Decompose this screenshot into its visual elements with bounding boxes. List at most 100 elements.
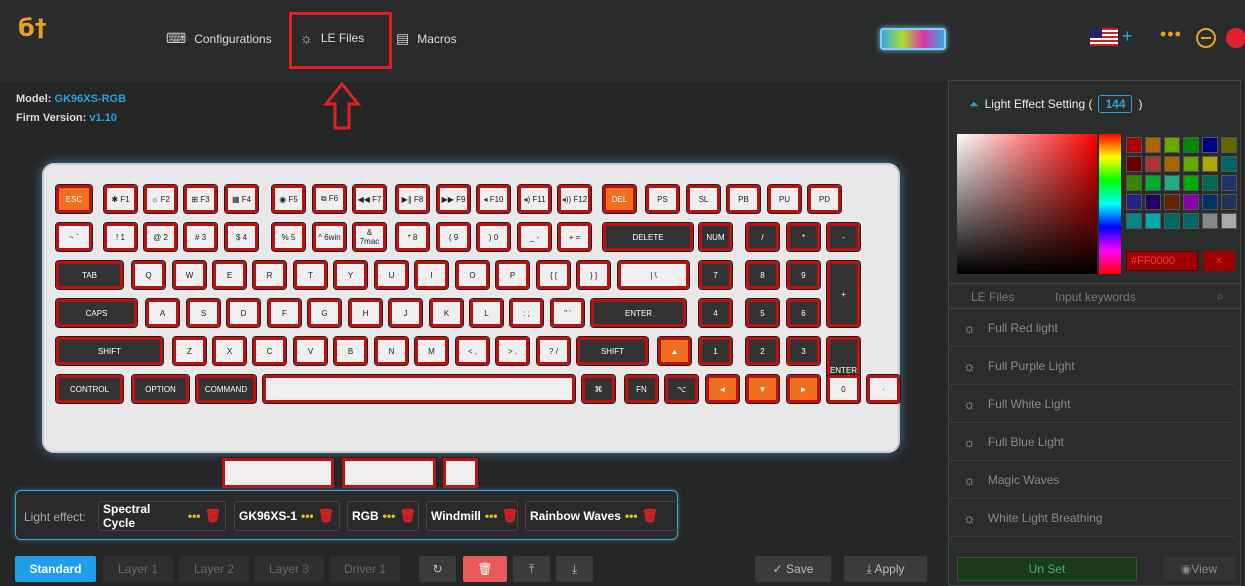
spacebar-segment-right[interactable]	[442, 457, 479, 489]
refresh-button[interactable]: ↻	[419, 556, 456, 582]
key-[interactable]: ? /	[536, 336, 571, 366]
layer-tab[interactable]: Layer 2	[179, 556, 249, 582]
key-f12[interactable]: ◂)) F12	[557, 184, 592, 214]
trash-icon[interactable]: 🗑	[204, 508, 221, 524]
search-input[interactable]: Input keywords	[1055, 290, 1136, 304]
color-swatch[interactable]	[1183, 175, 1199, 191]
key-2[interactable]: 2	[745, 336, 780, 366]
key-[interactable]: *	[786, 222, 821, 252]
key-pd[interactable]: PD	[807, 184, 842, 214]
key-[interactable]: ⌥	[664, 374, 699, 404]
key-g[interactable]: G	[307, 298, 342, 328]
key-i[interactable]: I	[414, 260, 449, 290]
key-[interactable]: ▲	[657, 336, 692, 366]
nav-configurations[interactable]: ⌨ Configurations	[166, 30, 272, 47]
key-2[interactable]: @ 2	[143, 222, 178, 252]
key-5[interactable]: 5	[745, 298, 780, 328]
trash-icon[interactable]: 🗑	[399, 508, 416, 524]
unset-button[interactable]: Un Set	[957, 557, 1137, 581]
light-effect-slot[interactable]: Spectral Cycle ••• 🗑	[98, 501, 226, 531]
key-6win[interactable]: ^ 6win	[312, 222, 347, 252]
tab-le-files[interactable]: LE Files	[971, 290, 1014, 304]
key-[interactable]: ▼	[745, 374, 780, 404]
key-[interactable]: /	[745, 222, 780, 252]
key-8[interactable]: * 8	[395, 222, 430, 252]
light-effect-slot[interactable]: GK96XS-1 ••• 🗑	[234, 501, 340, 531]
key-4[interactable]: $ 4	[224, 222, 259, 252]
key-[interactable]: +	[826, 260, 861, 328]
key-f8[interactable]: ▶∥ F8	[395, 184, 430, 214]
color-swatch[interactable]	[1164, 194, 1180, 210]
key-6[interactable]: 6	[786, 298, 821, 328]
color-swatch[interactable]	[1164, 175, 1180, 191]
download-button[interactable]: ⤓	[556, 556, 593, 582]
key-y[interactable]: Y	[333, 260, 368, 290]
hue-slider[interactable]	[1099, 134, 1121, 274]
trash-icon[interactable]: 🗑	[642, 508, 659, 524]
key-[interactable]: ◄	[705, 374, 740, 404]
key-[interactable]: ⌘	[581, 374, 616, 404]
key-sl[interactable]: SL	[686, 184, 721, 214]
upload-button[interactable]: ⤒	[513, 556, 550, 582]
key-tab[interactable]: TAB	[55, 260, 124, 290]
delete-button[interactable]: 🗑	[463, 556, 507, 582]
more-icon[interactable]: •••	[1160, 24, 1182, 45]
color-swatch[interactable]	[1202, 137, 1218, 153]
key-f3[interactable]: ⊞ F3	[183, 184, 218, 214]
color-swatch[interactable]	[1126, 213, 1142, 229]
key-b[interactable]: B	[333, 336, 368, 366]
key-del[interactable]: DEL	[602, 184, 637, 214]
key-[interactable]: ~ `	[55, 222, 93, 252]
key-c[interactable]: C	[252, 336, 287, 366]
key-[interactable]: { [	[536, 260, 571, 290]
view-button[interactable]: ◉ View	[1163, 557, 1235, 581]
nav-macros[interactable]: ▤ Macros	[396, 30, 457, 47]
key-f[interactable]: F	[267, 298, 302, 328]
more-icon[interactable]: •••	[625, 509, 638, 523]
color-picker[interactable]	[957, 134, 1097, 274]
key-u[interactable]: U	[374, 260, 409, 290]
key-j[interactable]: J	[388, 298, 423, 328]
key-[interactable]: : ;	[509, 298, 544, 328]
more-icon[interactable]: •••	[301, 509, 314, 523]
key-1[interactable]: ! 1	[103, 222, 138, 252]
color-swatch[interactable]	[1221, 194, 1237, 210]
le-file-item[interactable]: ☼ Full White Light	[949, 385, 1235, 423]
key-ps[interactable]: PS	[645, 184, 680, 214]
color-swatch[interactable]	[1126, 194, 1142, 210]
color-swatch[interactable]	[1221, 213, 1237, 229]
key-[interactable]: > .	[495, 336, 530, 366]
key-delete[interactable]: DELETE	[602, 222, 694, 252]
key-f11[interactable]: ◂) F11	[517, 184, 552, 214]
key-q[interactable]: Q	[131, 260, 166, 290]
key-3[interactable]: 3	[786, 336, 821, 366]
spacebar-segment-middle[interactable]	[341, 457, 437, 489]
key-5[interactable]: % 5	[271, 222, 306, 252]
key-esc[interactable]: ESC	[55, 184, 93, 214]
le-file-item[interactable]: ☼ Full Purple Light	[949, 347, 1235, 385]
key-f10[interactable]: ◂ F10	[476, 184, 511, 214]
key-f4[interactable]: ▦ F4	[224, 184, 259, 214]
key-e[interactable]: E	[212, 260, 247, 290]
key-fn[interactable]: FN	[624, 374, 659, 404]
key-caps[interactable]: CAPS	[55, 298, 138, 328]
color-swatch[interactable]	[1145, 137, 1161, 153]
key-0[interactable]: ) 0	[476, 222, 511, 252]
color-swatch[interactable]	[1202, 213, 1218, 229]
le-file-item[interactable]: ☼ Full Red light	[949, 309, 1235, 347]
save-button[interactable]: ✓ Save	[755, 556, 831, 582]
key-enter[interactable]: ENTER	[590, 298, 687, 328]
key-[interactable]: _ -	[517, 222, 552, 252]
key-[interactable]: " '	[550, 298, 585, 328]
layer-tab[interactable]: Layer 3	[254, 556, 324, 582]
key-[interactable]: + =	[557, 222, 592, 252]
close-icon[interactable]	[1226, 28, 1245, 48]
key-[interactable]: ·	[866, 374, 901, 404]
spacebar-segment-left[interactable]	[221, 457, 335, 489]
key-f1[interactable]: ✱ F1	[103, 184, 138, 214]
layer-tab[interactable]: Driver 1	[330, 556, 400, 582]
color-swatch[interactable]	[1221, 175, 1237, 191]
color-swatch[interactable]	[1164, 137, 1180, 153]
key-control[interactable]: CONTROL	[55, 374, 124, 404]
color-swatch[interactable]	[1183, 213, 1199, 229]
